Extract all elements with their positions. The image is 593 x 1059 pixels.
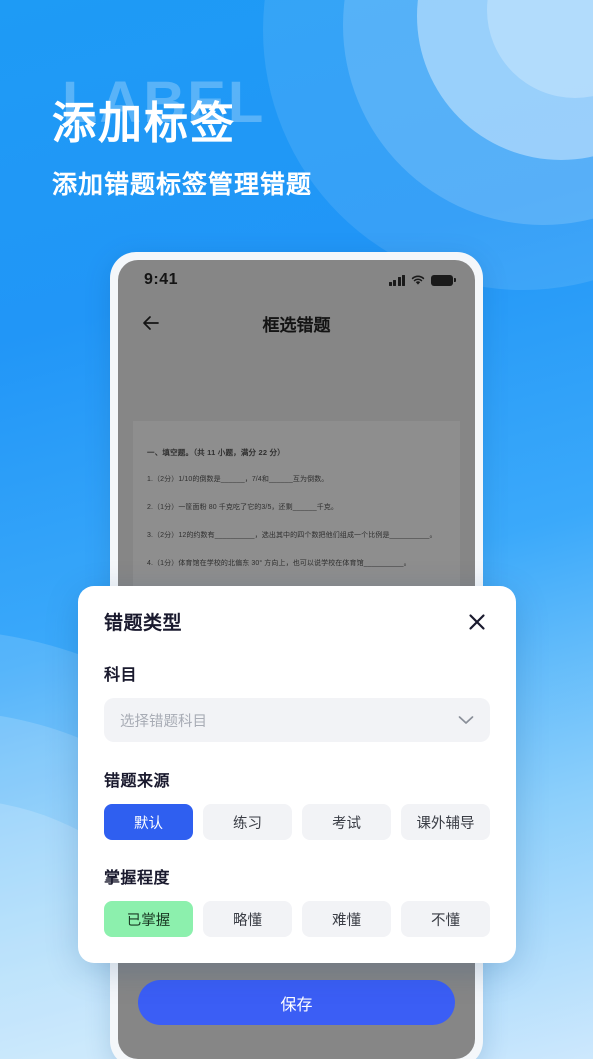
decorative-circle (343, 0, 593, 225)
subject-label: 科目 (104, 667, 138, 684)
decorative-circle (487, 0, 593, 98)
decorative-circle (417, 0, 593, 160)
close-button[interactable] (464, 609, 490, 635)
document-question: 1.（2分）1/10的倒数是______，7/4和______互为倒数。 (147, 476, 329, 483)
page-title: 添加标签 (52, 99, 236, 148)
modal-header: 错题类型 (104, 608, 490, 635)
nav-bar: 框选错题 (118, 300, 475, 346)
wifi-icon (411, 275, 425, 286)
nav-title: 框选错题 (262, 315, 331, 335)
hero-block: LABEL 添加标签 添加错题标签管理错题 (52, 74, 312, 198)
source-chip-exam[interactable]: 考试 (302, 804, 391, 840)
mastery-chip-partial[interactable]: 略懂 (203, 901, 292, 937)
document-question: 2.（1分）一筐面粉 80 千克吃了它的3/5，还剩______千克。 (147, 504, 338, 512)
source-chip-row: 默认 练习 考试 课外辅导 (104, 804, 490, 840)
status-time: 9:41 (144, 271, 179, 288)
mastery-chip-hard[interactable]: 难懂 (302, 901, 391, 937)
document-question: 3.（2分）12的约数有__________，选出其中的四个数把他们组成一个比例… (147, 532, 437, 540)
modal-title: 错题类型 (104, 613, 183, 634)
mastery-label: 掌握程度 (104, 870, 171, 887)
subject-placeholder: 选择错题科目 (120, 713, 207, 730)
error-type-modal: 错题类型 科目 选择错题科目 错题来源 默认 练习 考试 课外辅导 掌握程度 已… (78, 586, 516, 963)
page-subtitle: 添加错题标签管理错题 (52, 171, 313, 199)
promo-screen: LABEL 添加标签 添加错题标签管理错题 9:41 框选错题 一、填空题。（共… (0, 0, 593, 1059)
status-icons (388, 274, 456, 286)
battery-icon (431, 274, 456, 286)
source-chip-default[interactable]: 默认 (104, 804, 193, 840)
document-heading: 一、填空题。（共 11 小题，满分 22 分） (147, 448, 285, 457)
save-button[interactable]: 保存 (138, 980, 455, 1025)
mastery-chip-row: 已掌握 略懂 难懂 不懂 (104, 901, 490, 937)
mastery-chip-mastered[interactable]: 已掌握 (104, 901, 193, 937)
close-icon (469, 613, 485, 630)
source-chip-tutoring[interactable]: 课外辅导 (401, 804, 490, 840)
mastery-chip-none[interactable]: 不懂 (401, 901, 490, 937)
decorative-circle (263, 0, 593, 290)
save-bar: 保存 (118, 962, 475, 1059)
chevron-down-icon (458, 716, 474, 724)
document-question: 4.（1分）体育馆在学校的北偏东 30° 方向上，也可以说学校在体育馆_____… (147, 560, 411, 568)
source-label: 错题来源 (104, 773, 171, 790)
subject-select[interactable]: 选择错题科目 (104, 698, 490, 742)
signal-bars-icon (388, 274, 405, 286)
source-chip-practice[interactable]: 练习 (203, 804, 292, 840)
status-bar: 9:41 (118, 260, 475, 300)
